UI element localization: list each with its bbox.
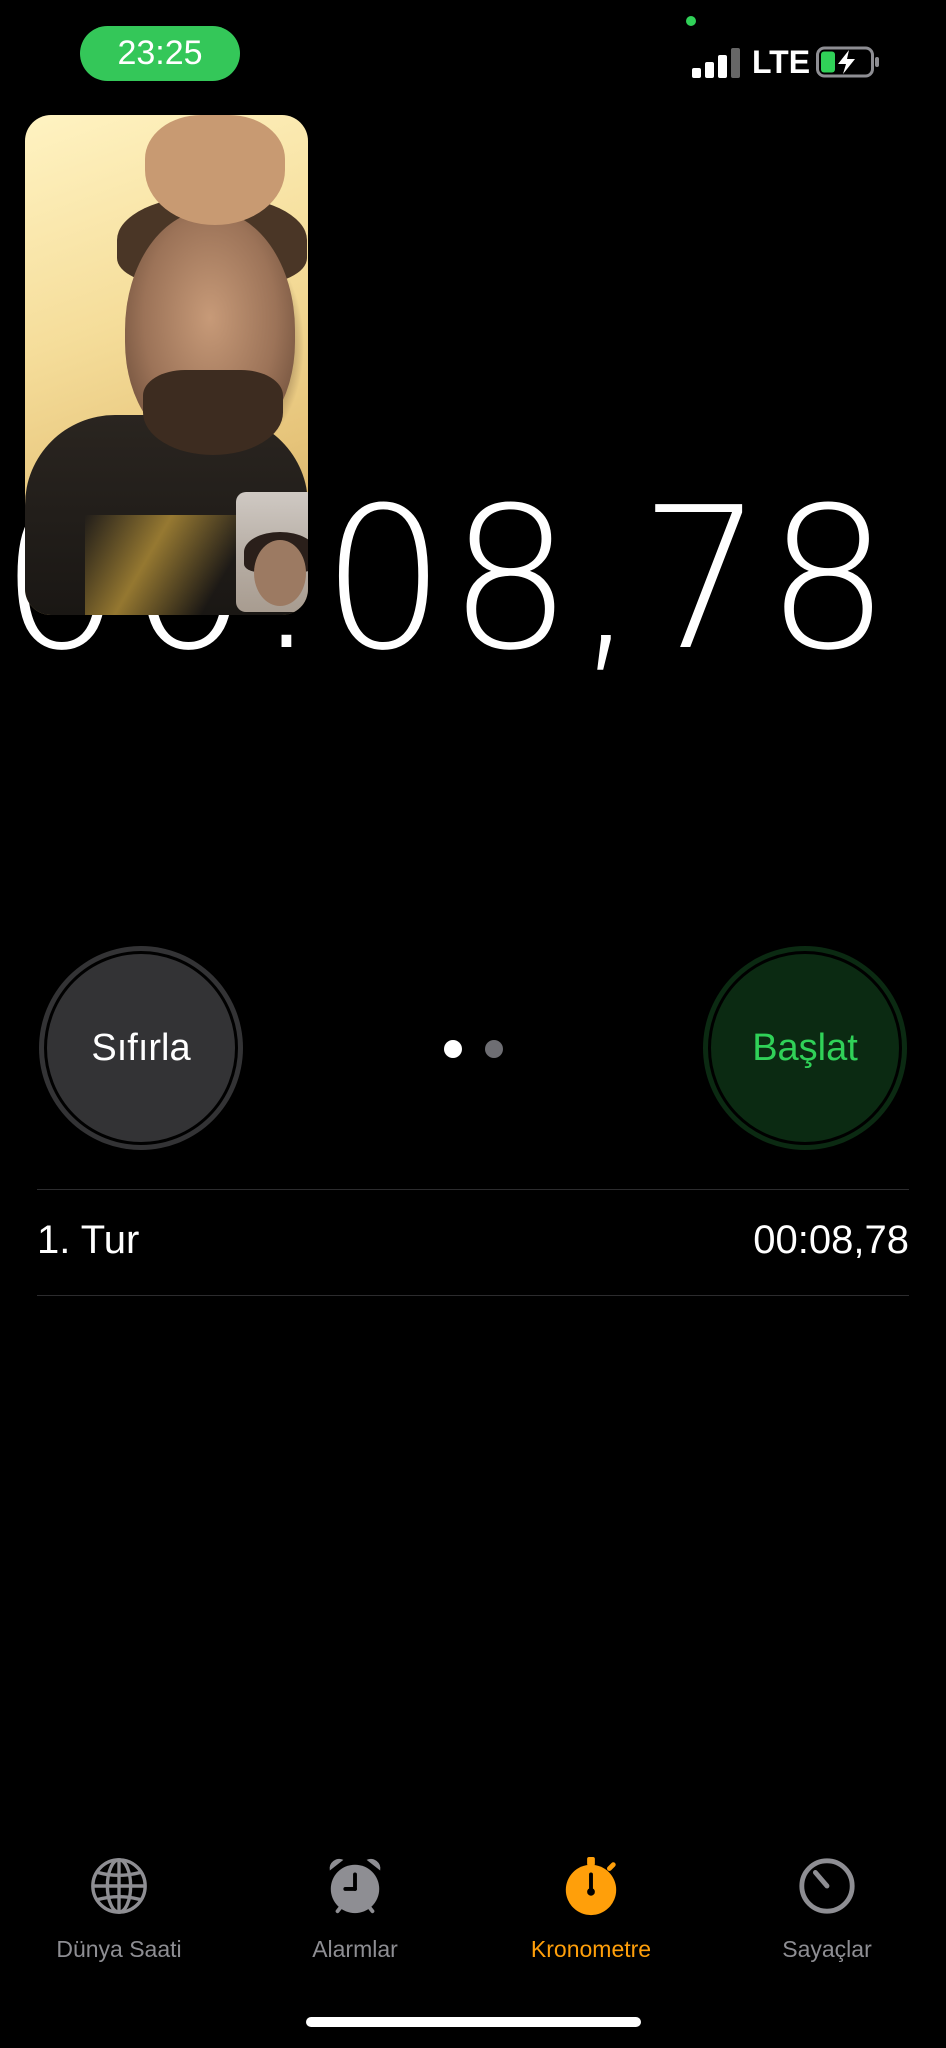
page-dot-1 — [444, 1040, 462, 1058]
page-dot-2 — [485, 1040, 503, 1058]
lap-time: 00:08,78 — [753, 1218, 909, 1262]
tab-timers[interactable]: Sayaçlar — [709, 1855, 945, 1963]
caller-beard — [143, 370, 283, 455]
status-time[interactable]: 23:25 — [80, 26, 240, 81]
stopwatch-icon — [565, 1856, 617, 1916]
alarm-clock-icon — [329, 1858, 381, 1914]
self-view-thumbnail[interactable] — [236, 492, 308, 612]
reset-button-label: Sıfırla — [91, 1026, 191, 1069]
tab-stopwatch[interactable]: Kronometre — [473, 1855, 709, 1963]
page-indicator[interactable] — [444, 1040, 504, 1060]
lap-label: 1. Tur — [37, 1218, 140, 1262]
tab-alarms[interactable]: Alarmlar — [237, 1855, 473, 1963]
tab-world-clock[interactable]: Dünya Saati — [1, 1855, 237, 1963]
self-face — [254, 540, 306, 606]
network-type: LTE — [752, 44, 811, 80]
start-button-label: Başlat — [752, 1026, 858, 1069]
reset-button[interactable]: Sıfırla — [39, 946, 243, 1150]
tab-label-stopwatch: Kronometre — [530, 1936, 652, 1962]
home-indicator[interactable] — [306, 2017, 641, 2027]
caller-hand — [145, 115, 285, 225]
timer-icon — [799, 1858, 855, 1914]
facetime-pip-window[interactable] — [25, 115, 308, 615]
lap-list-top-divider — [37, 1189, 909, 1190]
tab-label-timers: Sayaçlar — [782, 1936, 872, 1962]
globe-icon — [91, 1858, 147, 1914]
lap-row-divider — [37, 1295, 909, 1296]
start-button[interactable]: Başlat — [703, 946, 907, 1150]
tab-label-world-clock: Dünya Saati — [56, 1936, 182, 1962]
shirt-print — [85, 515, 245, 615]
camera-in-use-indicator — [686, 16, 696, 26]
cellular-signal-icon — [692, 46, 740, 78]
tab-label-alarms: Alarmlar — [312, 1936, 398, 1962]
battery-charging-icon — [816, 46, 879, 78]
